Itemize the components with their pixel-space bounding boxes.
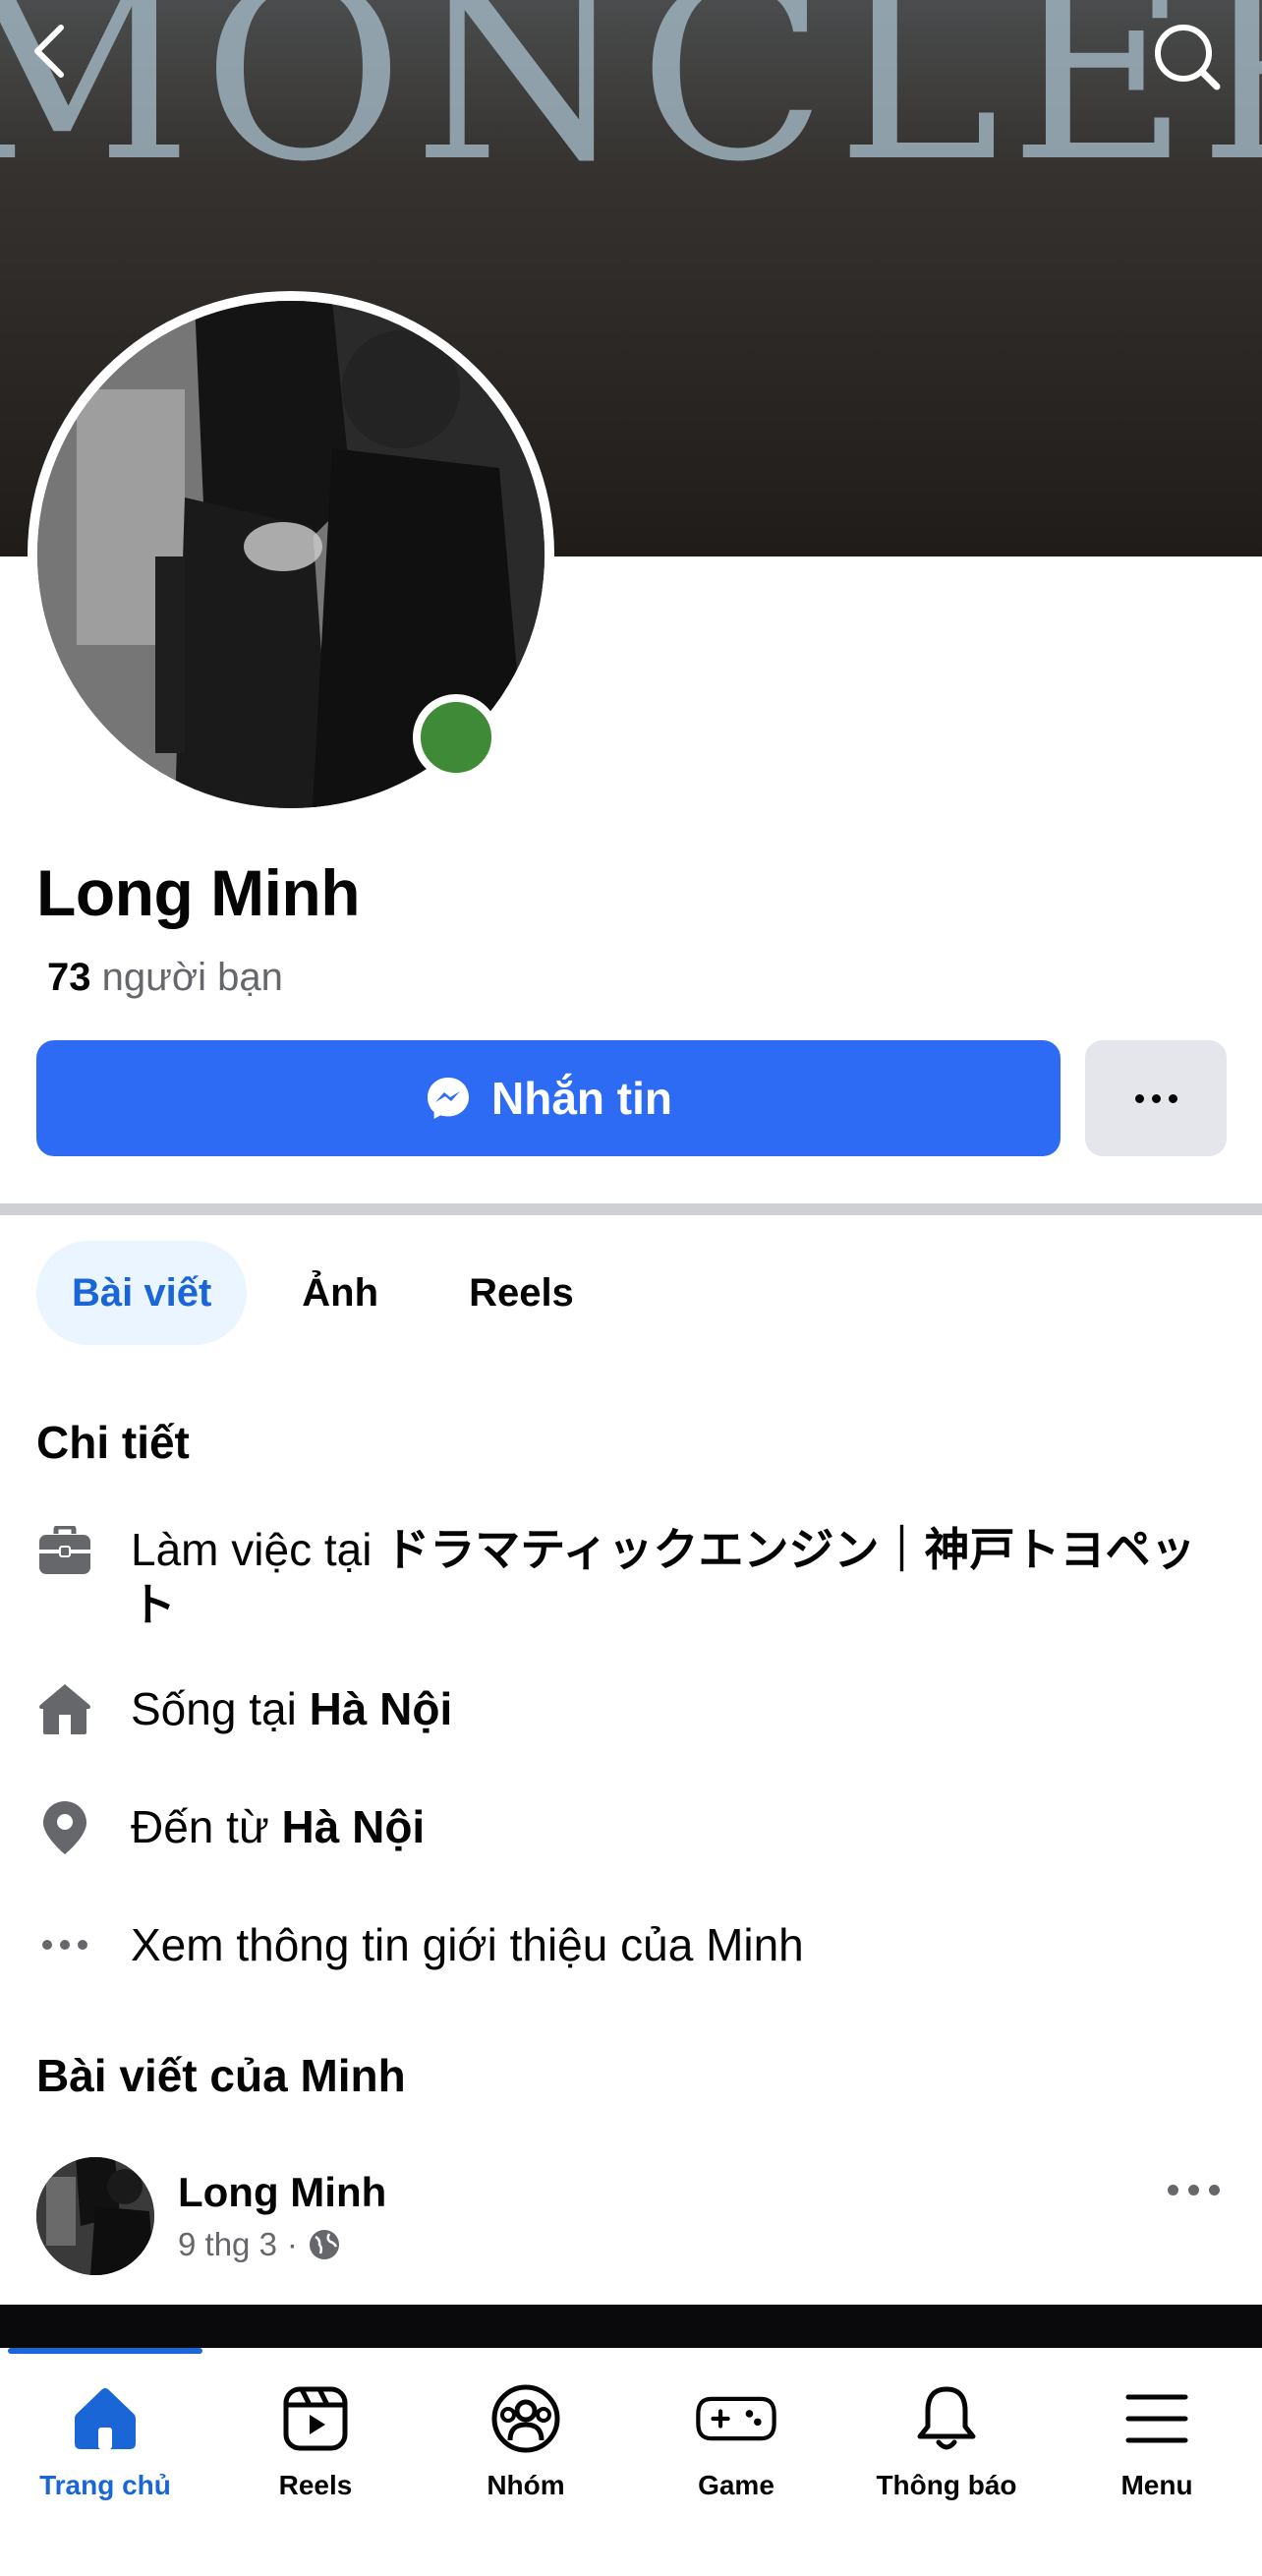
gamepad-icon: [696, 2396, 776, 2441]
message-button-label: Nhắn tin: [491, 1073, 672, 1124]
detail-see-about[interactable]: Xem thông tin giới thiệu của Minh: [36, 1917, 1226, 1972]
more-options-icon: [1134, 1093, 1144, 1103]
friends-count-label: người bạn: [101, 956, 283, 999]
post-options-icon-dot: [1188, 2185, 1199, 2195]
cover-lettering: MONCLER: [0, 0, 1262, 215]
home-icon: [39, 1684, 90, 1734]
more-options-icon-dot: [1151, 1093, 1161, 1103]
post-options-icon: [1168, 2185, 1178, 2195]
post-options-icon-dot: [1209, 2185, 1220, 2195]
nav-notifications[interactable]: Thông báo: [841, 2377, 1052, 2501]
detail-lives-prefix: Sống tại: [131, 1683, 310, 1734]
nav-gaming[interactable]: Game: [631, 2377, 841, 2501]
detail-work[interactable]: Làm việc tại ドラマティックエンジン｜神戸トヨペッ ト: [36, 1522, 1226, 1632]
detail-from-prefix: Đến từ: [131, 1801, 282, 1852]
nav-notifications-label: Thông báo: [876, 2470, 1017, 2500]
detail-work-place-cont: ト: [131, 1579, 176, 1630]
see-about-link: Xem thông tin giới thiệu của Minh: [131, 1919, 804, 1970]
message-button[interactable]: Nhắn tin: [36, 1040, 1061, 1156]
globe-icon: [309, 2230, 339, 2259]
post-meta: 9 thg 3 ·: [178, 2226, 341, 2263]
nav-gaming-label: Game: [698, 2470, 774, 2500]
back-button[interactable]: [28, 22, 110, 104]
detail-work-place: ドラマティックエンジン｜神戸トヨペッ: [384, 1524, 1196, 1575]
search-icon: [1155, 25, 1221, 90]
bottom-navigation: Trang chủ Reels Nhóm Game Thông báo Menu: [0, 2348, 1262, 2576]
profile-tabs: Bài viết Ảnh Reels: [36, 1241, 609, 1345]
search-button[interactable]: [1152, 22, 1234, 104]
nav-reels-label: Reels: [278, 2470, 353, 2500]
detail-lives-in[interactable]: Sống tại Hà Nội: [36, 1681, 1226, 1736]
post-author-name[interactable]: Long Minh: [178, 2169, 386, 2216]
tab-photos[interactable]: Ảnh: [266, 1241, 414, 1345]
nav-menu[interactable]: Menu: [1052, 2377, 1262, 2501]
post-author-avatar[interactable]: [36, 2157, 154, 2275]
post-header: Long Minh 9 thg 3 ·: [36, 2157, 1226, 2279]
nav-home[interactable]: Trang chủ: [0, 2377, 210, 2501]
profile-name: Long Minh: [36, 856, 361, 929]
nav-reels[interactable]: Reels: [210, 2377, 421, 2501]
menu-icon: [1125, 2394, 1188, 2443]
nav-menu-label: Menu: [1120, 2470, 1193, 2500]
post-date[interactable]: 9 thg 3: [178, 2226, 277, 2263]
tab-posts[interactable]: Bài viết: [36, 1241, 248, 1345]
nav-home-label: Trang chủ: [39, 2470, 171, 2500]
friends-count[interactable]: 73 người bạn: [47, 956, 283, 1000]
online-status-indicator: [413, 694, 499, 781]
reels-icon: [283, 2386, 348, 2451]
post-options-button[interactable]: [1168, 2185, 1220, 2195]
more-horizontal-icon: [42, 1940, 87, 1950]
location-pin-icon: [43, 1801, 86, 1854]
detail-from[interactable]: Đến từ Hà Nội: [36, 1799, 1226, 1856]
groups-icon: [491, 2384, 560, 2453]
more-options-icon-dot: [1168, 1093, 1177, 1103]
nav-groups-label: Nhóm: [487, 2470, 565, 2500]
active-tab-indicator: [8, 2348, 202, 2354]
detail-lives-place: Hà Nội: [309, 1683, 453, 1734]
chevron-left-icon: [34, 25, 64, 78]
briefcase-icon: [39, 1526, 90, 1574]
details-title: Chi tiết: [36, 1417, 190, 1468]
posts-title: Bài viết của Minh: [36, 2050, 406, 2101]
more-options-button[interactable]: [1085, 1040, 1227, 1156]
nav-groups[interactable]: Nhóm: [421, 2377, 631, 2501]
home-icon: [75, 2388, 136, 2449]
friends-count-number: 73: [47, 956, 91, 999]
detail-from-place: Hà Nội: [281, 1801, 426, 1852]
detail-work-prefix: Làm việc tại: [131, 1524, 385, 1575]
post-meta-separator: ·: [286, 2226, 298, 2262]
bell-icon: [917, 2386, 976, 2450]
section-divider: [0, 1203, 1262, 1215]
tab-reels[interactable]: Reels: [433, 1241, 609, 1345]
messenger-icon: [428, 1078, 469, 1119]
